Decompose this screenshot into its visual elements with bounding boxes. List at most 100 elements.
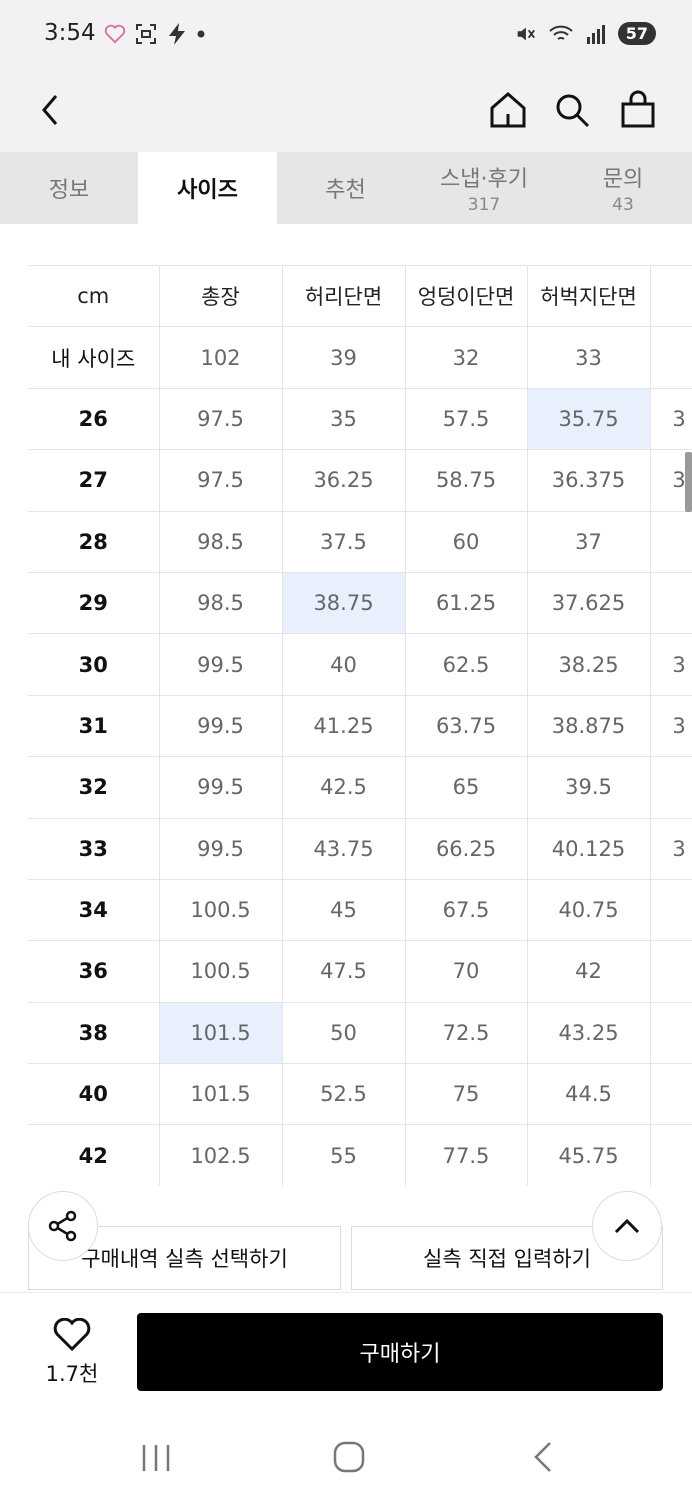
size-table: cm 총장 허리단면 엉덩이단면 허벅지단면 내 사이즈 102 39 32 3… <box>28 265 692 1186</box>
battery-icon: 57 <box>617 22 656 45</box>
highlighted-cell: 35.75 <box>527 388 651 451</box>
header-cell: 총장 <box>159 265 283 328</box>
tab-recommend[interactable]: 추천 <box>277 152 414 224</box>
wifi-icon <box>549 25 573 40</box>
table-cell-partial: 3 <box>650 695 692 758</box>
chevron-up-icon <box>614 1218 640 1234</box>
table-cell: 52.5 <box>282 1063 406 1126</box>
table-row: 34 100.5 45 67.5 40.75 <box>28 879 692 942</box>
size-label-cell: 42 <box>28 1124 160 1186</box>
table-cell: 100.5 <box>159 940 283 1003</box>
share-button[interactable] <box>28 1191 98 1261</box>
table-cell-partial <box>650 572 692 635</box>
tab-label: 스냅·후기 <box>440 167 528 192</box>
heart-outline-icon <box>53 1317 91 1352</box>
table-cell: 102.5 <box>159 1124 283 1186</box>
table-cell: 44.5 <box>527 1063 651 1126</box>
home-button-icon[interactable] <box>332 1440 366 1474</box>
table-cell: 38.875 <box>527 695 651 758</box>
size-label-cell: 30 <box>28 633 160 696</box>
table-cell-partial <box>650 940 692 1003</box>
tab-info[interactable]: 정보 <box>0 152 138 224</box>
table-cell: 58.75 <box>405 449 528 512</box>
table-cell-partial: 3 <box>650 633 692 696</box>
size-label-cell: 40 <box>28 1063 160 1126</box>
size-label-cell: 32 <box>28 756 160 819</box>
table-cell: 66.25 <box>405 818 528 880</box>
table-cell: 61.25 <box>405 572 528 635</box>
size-label-cell: 38 <box>28 1002 160 1065</box>
status-time: 3:54 <box>44 20 96 46</box>
header-cell: 허리단면 <box>282 265 406 328</box>
table-cell: 98.5 <box>159 572 283 635</box>
horizontal-scroll-indicator[interactable] <box>685 452 692 512</box>
size-label-cell: 29 <box>28 572 160 635</box>
table-cell: 72.5 <box>405 1002 528 1065</box>
table-cell: 47.5 <box>282 940 406 1003</box>
heart-icon <box>104 24 126 44</box>
table-cell-partial <box>650 1002 692 1065</box>
button-label: 실측 직접 입력하기 <box>423 1247 591 1271</box>
table-row: 32 99.5 42.5 65 39.5 <box>28 756 692 819</box>
table-row: 29 98.5 38.75 61.25 37.625 <box>28 572 692 635</box>
header-cell-partial <box>650 265 692 328</box>
size-table-container[interactable]: cm 총장 허리단면 엉덩이단면 허벅지단면 내 사이즈 102 39 32 3… <box>28 265 692 1186</box>
table-cell-partial <box>650 879 692 942</box>
table-cell: 100.5 <box>159 879 283 942</box>
table-cell-partial <box>650 1124 692 1186</box>
table-cell: 36.375 <box>527 449 651 512</box>
buy-button[interactable]: 구매하기 <box>137 1313 663 1391</box>
size-label-cell: 28 <box>28 511 160 573</box>
top-nav <box>0 70 692 152</box>
back-button-icon[interactable] <box>530 1440 556 1474</box>
status-icons-left <box>104 22 206 46</box>
size-label-cell: 26 <box>28 388 160 451</box>
back-icon[interactable] <box>26 86 74 134</box>
tab-label: 사이즈 <box>177 178 238 203</box>
table-cell-partial <box>650 1063 692 1126</box>
table-cell: 60 <box>405 511 528 573</box>
signal-icon <box>586 24 605 44</box>
home-icon[interactable] <box>484 86 532 134</box>
buy-button-label: 구매하기 <box>359 1342 441 1367</box>
size-label-cell: 27 <box>28 449 160 512</box>
tab-label: 정보 <box>48 178 90 203</box>
shopping-bag-icon[interactable] <box>614 86 662 134</box>
search-icon[interactable] <box>548 86 596 134</box>
scroll-top-button[interactable] <box>592 1191 662 1261</box>
table-cell: 43.75 <box>282 818 406 880</box>
table-cell: 45.75 <box>527 1124 651 1186</box>
table-cell: 39 <box>282 326 406 389</box>
table-cell: 67.5 <box>405 879 528 942</box>
highlighted-cell: 101.5 <box>159 1002 283 1065</box>
system-nav-bar <box>0 1410 692 1500</box>
tab-size[interactable]: 사이즈 <box>138 152 277 224</box>
tab-label: 문의 <box>602 167 644 192</box>
tab-snap-review[interactable]: 스냅·후기 317 <box>414 152 554 224</box>
recent-apps-icon[interactable] <box>140 1442 172 1474</box>
size-label-cell: 31 <box>28 695 160 758</box>
table-cell: 36.25 <box>282 449 406 512</box>
tab-label: 추천 <box>325 178 366 203</box>
status-bar: 3:54 57 <box>0 0 692 70</box>
table-cell: 101.5 <box>159 1063 283 1126</box>
my-size-row: 내 사이즈 102 39 32 33 <box>28 326 692 389</box>
table-cell: 43.25 <box>527 1002 651 1065</box>
share-icon <box>48 1210 77 1242</box>
tab-inquiry[interactable]: 문의 43 <box>554 152 692 224</box>
table-cell: 65 <box>405 756 528 819</box>
table-cell: 99.5 <box>159 633 283 696</box>
table-cell: 35 <box>282 388 406 451</box>
my-size-label: 내 사이즈 <box>28 326 160 389</box>
table-cell: 77.5 <box>405 1124 528 1186</box>
table-row: 33 99.5 43.75 66.25 40.125 3 <box>28 818 692 880</box>
table-cell-partial <box>650 511 692 573</box>
table-cell: 41.25 <box>282 695 406 758</box>
like-count: 1.7천 <box>45 1362 99 1386</box>
table-cell: 97.5 <box>159 449 283 512</box>
like-button[interactable] <box>52 1317 92 1356</box>
size-label-cell: 33 <box>28 818 160 880</box>
table-cell: 70 <box>405 940 528 1003</box>
size-label-cell: 36 <box>28 940 160 1003</box>
table-cell: 55 <box>282 1124 406 1186</box>
